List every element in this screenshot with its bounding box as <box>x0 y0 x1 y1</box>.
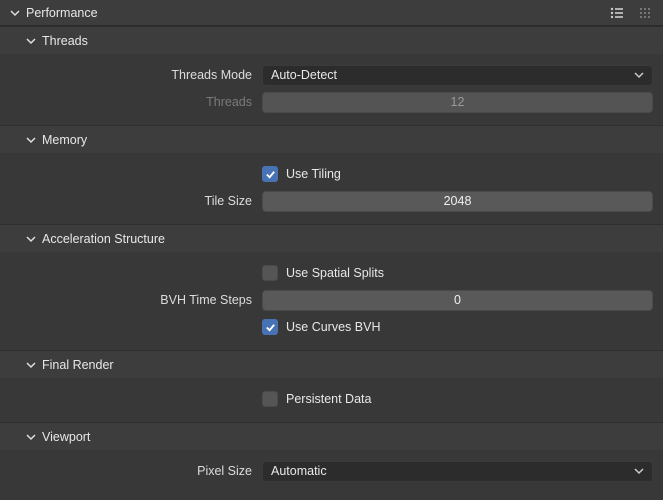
use-spatial-splits-label: Use Spatial Splits <box>286 266 384 280</box>
label-pixel-size: Pixel Size <box>10 464 262 478</box>
preset-list-icon[interactable] <box>607 3 627 23</box>
bvh-time-steps-field[interactable]: 0 <box>262 290 653 311</box>
persistent-data-checkbox[interactable] <box>262 391 278 407</box>
pixel-size-value: Automatic <box>271 464 327 478</box>
chevron-down-icon <box>24 34 38 48</box>
section-header-threads[interactable]: Threads <box>0 26 663 54</box>
section-title: Threads <box>42 34 88 48</box>
threads-mode-select[interactable]: Auto-Detect <box>262 65 653 86</box>
chevron-down-icon <box>634 466 644 476</box>
use-curves-bvh-label: Use Curves BVH <box>286 320 380 334</box>
chevron-down-icon <box>24 430 38 444</box>
label-tile-size: Tile Size <box>10 194 262 208</box>
threads-mode-value: Auto-Detect <box>271 68 337 82</box>
threads-value: 12 <box>451 95 465 109</box>
persistent-data-label: Persistent Data <box>286 392 371 406</box>
chevron-down-icon <box>24 358 38 372</box>
use-tiling-checkbox[interactable] <box>262 166 278 182</box>
use-spatial-splits-checkbox[interactable] <box>262 265 278 281</box>
threads-field: 12 <box>262 92 653 113</box>
chevron-down-icon <box>24 133 38 147</box>
use-curves-bvh-checkbox[interactable] <box>262 319 278 335</box>
chevron-down-icon <box>24 232 38 246</box>
bvh-time-steps-value: 0 <box>454 293 461 307</box>
use-tiling-label: Use Tiling <box>286 167 341 181</box>
chevron-down-icon <box>8 6 22 20</box>
section-header-memory[interactable]: Memory <box>0 125 663 153</box>
section-title: Final Render <box>42 358 114 372</box>
label-threads-mode: Threads Mode <box>10 68 262 82</box>
drag-handle-icon[interactable] <box>635 3 655 23</box>
section-title: Memory <box>42 133 87 147</box>
tile-size-value: 2048 <box>444 194 472 208</box>
label-bvh-time-steps: BVH Time Steps <box>10 293 262 307</box>
section-header-viewport[interactable]: Viewport <box>0 422 663 450</box>
chevron-down-icon <box>634 70 644 80</box>
section-title: Viewport <box>42 430 90 444</box>
pixel-size-select[interactable]: Automatic <box>262 461 653 482</box>
section-header-accel[interactable]: Acceleration Structure <box>0 224 663 252</box>
tile-size-field[interactable]: 2048 <box>262 191 653 212</box>
section-header-final-render[interactable]: Final Render <box>0 350 663 378</box>
panel-header-performance[interactable]: Performance <box>0 0 663 26</box>
label-threads: Threads <box>10 95 262 109</box>
panel-title: Performance <box>26 6 607 20</box>
section-title: Acceleration Structure <box>42 232 165 246</box>
